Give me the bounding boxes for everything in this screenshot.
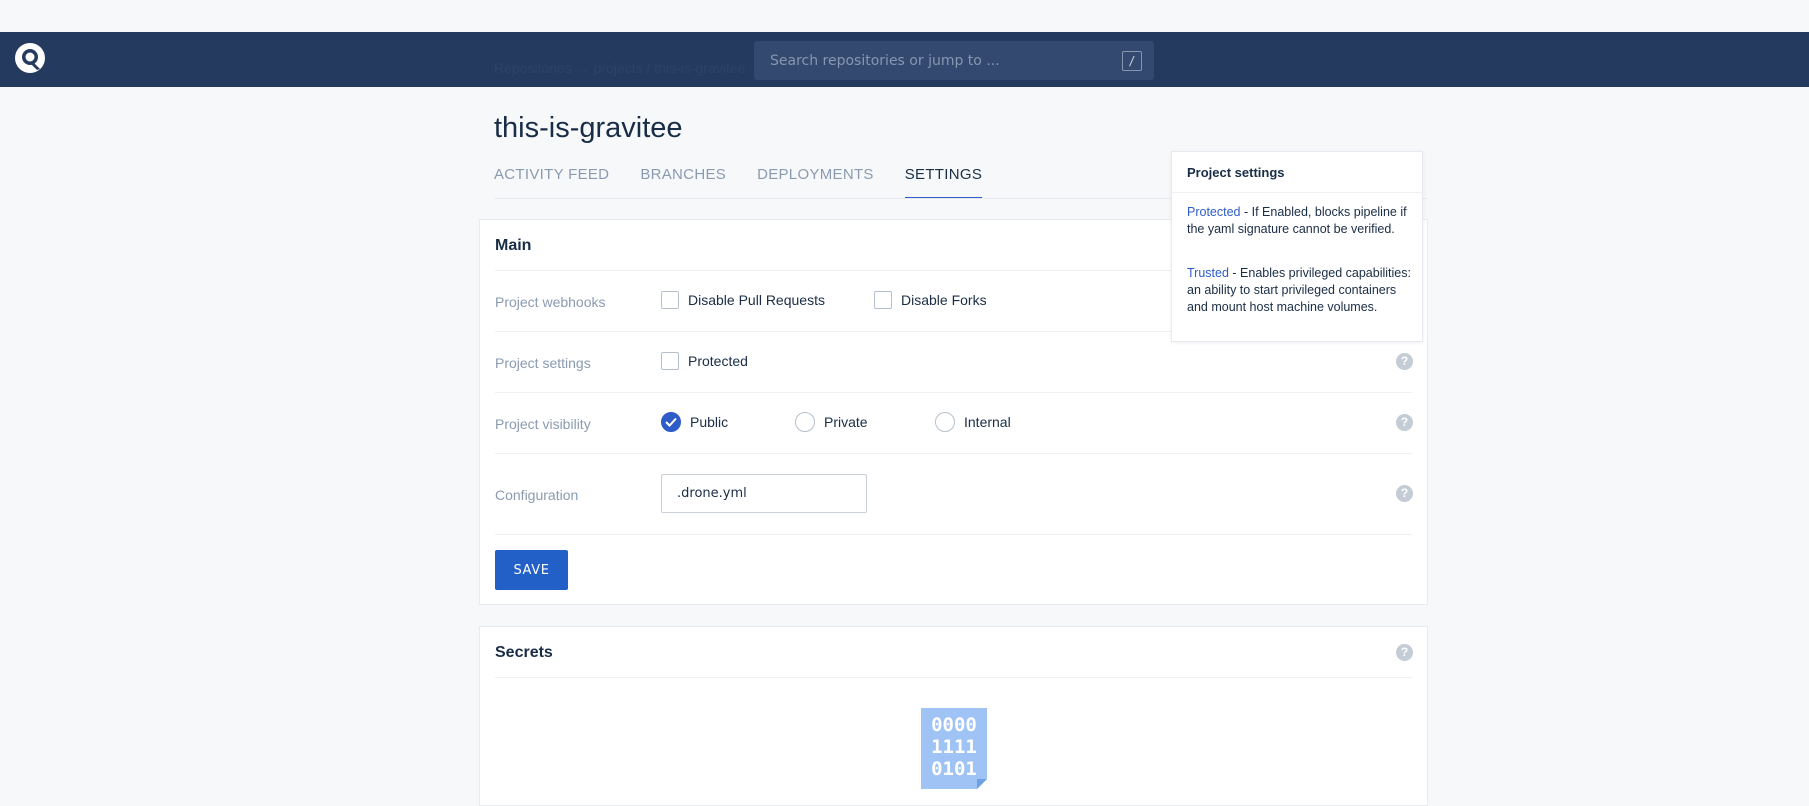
- project-settings-help-icon[interactable]: ?: [1396, 353, 1413, 370]
- secrets-help-icon[interactable]: ?: [1396, 644, 1413, 661]
- top-strip: [0, 0, 1809, 32]
- project-visibility-label: Project visibility: [495, 416, 591, 432]
- secrets-binary-file-icon: 0000 1111 0101: [921, 708, 987, 789]
- checkmark-icon: [665, 417, 677, 427]
- disable-pull-requests-label: Disable Pull Requests: [688, 292, 825, 308]
- secrets-card: Secrets ? 0000 1111 0101: [479, 626, 1428, 806]
- divider: [495, 453, 1412, 454]
- secrets-art-line: 0101: [931, 758, 977, 780]
- internal-radio[interactable]: [935, 412, 955, 432]
- secrets-art-line: 0000: [931, 714, 977, 736]
- visibility-private-option[interactable]: Private: [795, 412, 868, 432]
- secrets-art-line: 1111: [931, 736, 977, 758]
- search-shortcut-badge: /: [1122, 51, 1142, 71]
- tooltip-protected-text: Protected - If Enabled, blocks pipeline …: [1187, 204, 1412, 238]
- tooltip-title: Project settings: [1187, 165, 1285, 180]
- visibility-internal-option[interactable]: Internal: [935, 412, 1011, 432]
- disable-forks-option[interactable]: Disable Forks: [874, 291, 987, 309]
- tab-branches[interactable]: BRANCHES: [640, 166, 726, 199]
- tooltip-trusted-term: Trusted: [1187, 266, 1229, 280]
- public-label: Public: [690, 414, 729, 430]
- tab-settings[interactable]: SETTINGS: [904, 166, 983, 199]
- visibility-public-option[interactable]: Public: [661, 412, 728, 432]
- divider: [495, 534, 1412, 535]
- main-card-title: Main: [495, 237, 532, 254]
- project-settings-label: Project settings: [495, 355, 591, 371]
- tooltip-trusted-text: Trusted - Enables privileged capabilitie…: [1187, 265, 1412, 316]
- drone-logo-icon[interactable]: [14, 42, 46, 74]
- breadcrumb[interactable]: Repositories → projects / this-is-gravit…: [494, 60, 745, 76]
- configuration-help-icon[interactable]: ?: [1396, 485, 1413, 502]
- internal-label: Internal: [964, 414, 1011, 430]
- protected-option[interactable]: Protected: [661, 352, 748, 370]
- search-bar[interactable]: /: [754, 41, 1154, 80]
- configuration-input[interactable]: [661, 474, 867, 513]
- tab-deployments[interactable]: DEPLOYMENTS: [757, 166, 874, 199]
- page-title: this-is-gravitee: [494, 112, 683, 144]
- divider: [495, 677, 1412, 678]
- private-radio[interactable]: [795, 412, 815, 432]
- configuration-label: Configuration: [495, 487, 579, 503]
- divider: [495, 392, 1412, 393]
- private-label: Private: [824, 414, 868, 430]
- tab-bar: ACTIVITY FEED BRANCHES DEPLOYMENTS SETTI…: [494, 166, 1013, 199]
- disable-pull-requests-checkbox[interactable]: [661, 291, 679, 309]
- disable-forks-label: Disable Forks: [901, 292, 987, 308]
- protected-checkbox[interactable]: [661, 352, 679, 370]
- tooltip-divider: [1172, 192, 1422, 193]
- disable-pull-requests-option[interactable]: Disable Pull Requests: [661, 291, 825, 309]
- tab-activity-feed[interactable]: ACTIVITY FEED: [494, 166, 609, 199]
- search-input[interactable]: [754, 41, 1110, 80]
- protected-label: Protected: [688, 353, 748, 369]
- project-visibility-help-icon[interactable]: ?: [1396, 414, 1413, 431]
- disable-forks-checkbox[interactable]: [874, 291, 892, 309]
- tooltip-protected-term: Protected: [1187, 205, 1241, 219]
- project-settings-tooltip: Project settings Protected - If Enabled,…: [1171, 151, 1423, 342]
- project-webhooks-label: Project webhooks: [495, 294, 606, 310]
- secrets-card-title: Secrets: [495, 644, 553, 661]
- save-button[interactable]: SAVE: [495, 550, 568, 590]
- public-radio[interactable]: [661, 412, 681, 432]
